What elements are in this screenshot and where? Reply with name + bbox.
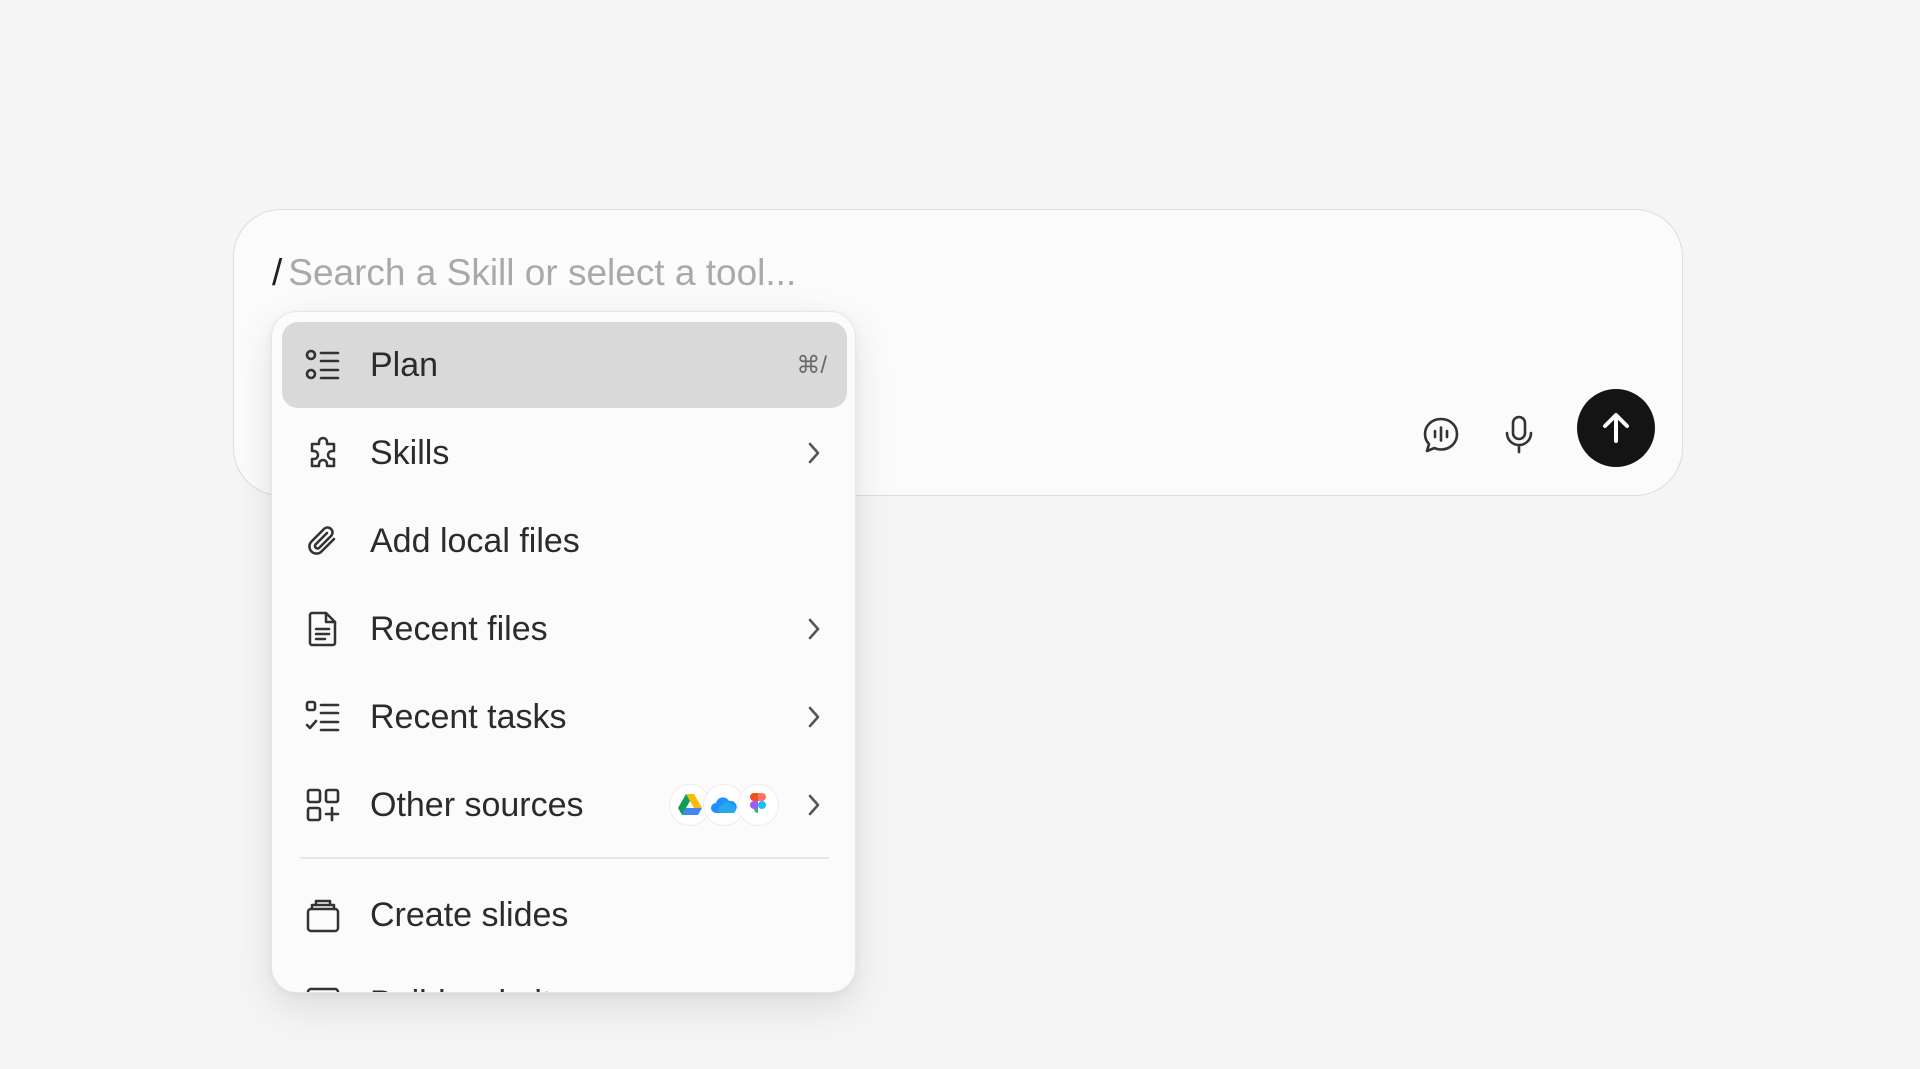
menu-item-label: Recent files <box>370 609 548 648</box>
keyboard-shortcut: ⌘/ <box>796 351 827 379</box>
chevron-right-icon <box>801 702 827 732</box>
document-icon <box>304 610 342 648</box>
menu-item-label: Recent tasks <box>370 697 567 736</box>
menu-item-plan[interactable]: Plan ⌘/ <box>282 322 847 408</box>
tool-menu: Plan ⌘/ Skills Add local files Recent fi… <box>271 311 856 993</box>
menu-item-label: Create slides <box>370 895 569 934</box>
menu-item-label: Add local files <box>370 521 580 560</box>
chevron-right-icon <box>801 614 827 644</box>
microphone-icon <box>1505 415 1533 454</box>
chevron-right-icon <box>801 438 827 468</box>
website-icon <box>304 984 342 992</box>
menu-item-add-local-files[interactable]: Add local files <box>282 498 847 584</box>
menu-divider <box>300 857 829 859</box>
menu-item-label: Other sources <box>370 785 584 824</box>
slides-icon <box>304 896 342 934</box>
menu-item-recent-tasks[interactable]: Recent tasks <box>282 674 847 760</box>
checklist-icon <box>304 698 342 736</box>
menu-item-recent-files[interactable]: Recent files <box>282 586 847 672</box>
arrow-up-icon <box>1603 413 1629 443</box>
chevron-right-icon <box>801 790 827 820</box>
menu-item-other-sources[interactable]: Other sources <box>282 762 847 848</box>
slash-command-prefix: / <box>272 252 283 293</box>
list-icon <box>304 346 342 384</box>
menu-item-label: Build website <box>370 984 827 993</box>
microphone-button[interactable] <box>1496 410 1542 460</box>
voice-chat-button[interactable] <box>1416 410 1466 460</box>
menu-item-create-slides[interactable]: Create slides <box>282 872 847 958</box>
paperclip-icon <box>304 522 342 560</box>
puzzle-icon <box>304 434 342 472</box>
connected-sources <box>669 784 779 826</box>
composer-placeholder: Search a Skill or select a tool... <box>288 252 797 293</box>
send-button[interactable] <box>1577 389 1655 467</box>
menu-item-skills[interactable]: Skills <box>282 410 847 496</box>
menu-item-label: Plan <box>370 345 439 384</box>
apps-add-icon <box>304 786 342 824</box>
menu-item-build-website[interactable]: Build website <box>282 960 847 993</box>
stage: / Search a Skill or select a tool... Pla… <box>0 0 1920 1069</box>
composer-input[interactable]: / Search a Skill or select a tool... <box>272 248 796 298</box>
voice-chat-icon <box>1423 417 1459 453</box>
figma-logo <box>737 784 779 826</box>
menu-item-label: Skills <box>370 433 450 472</box>
